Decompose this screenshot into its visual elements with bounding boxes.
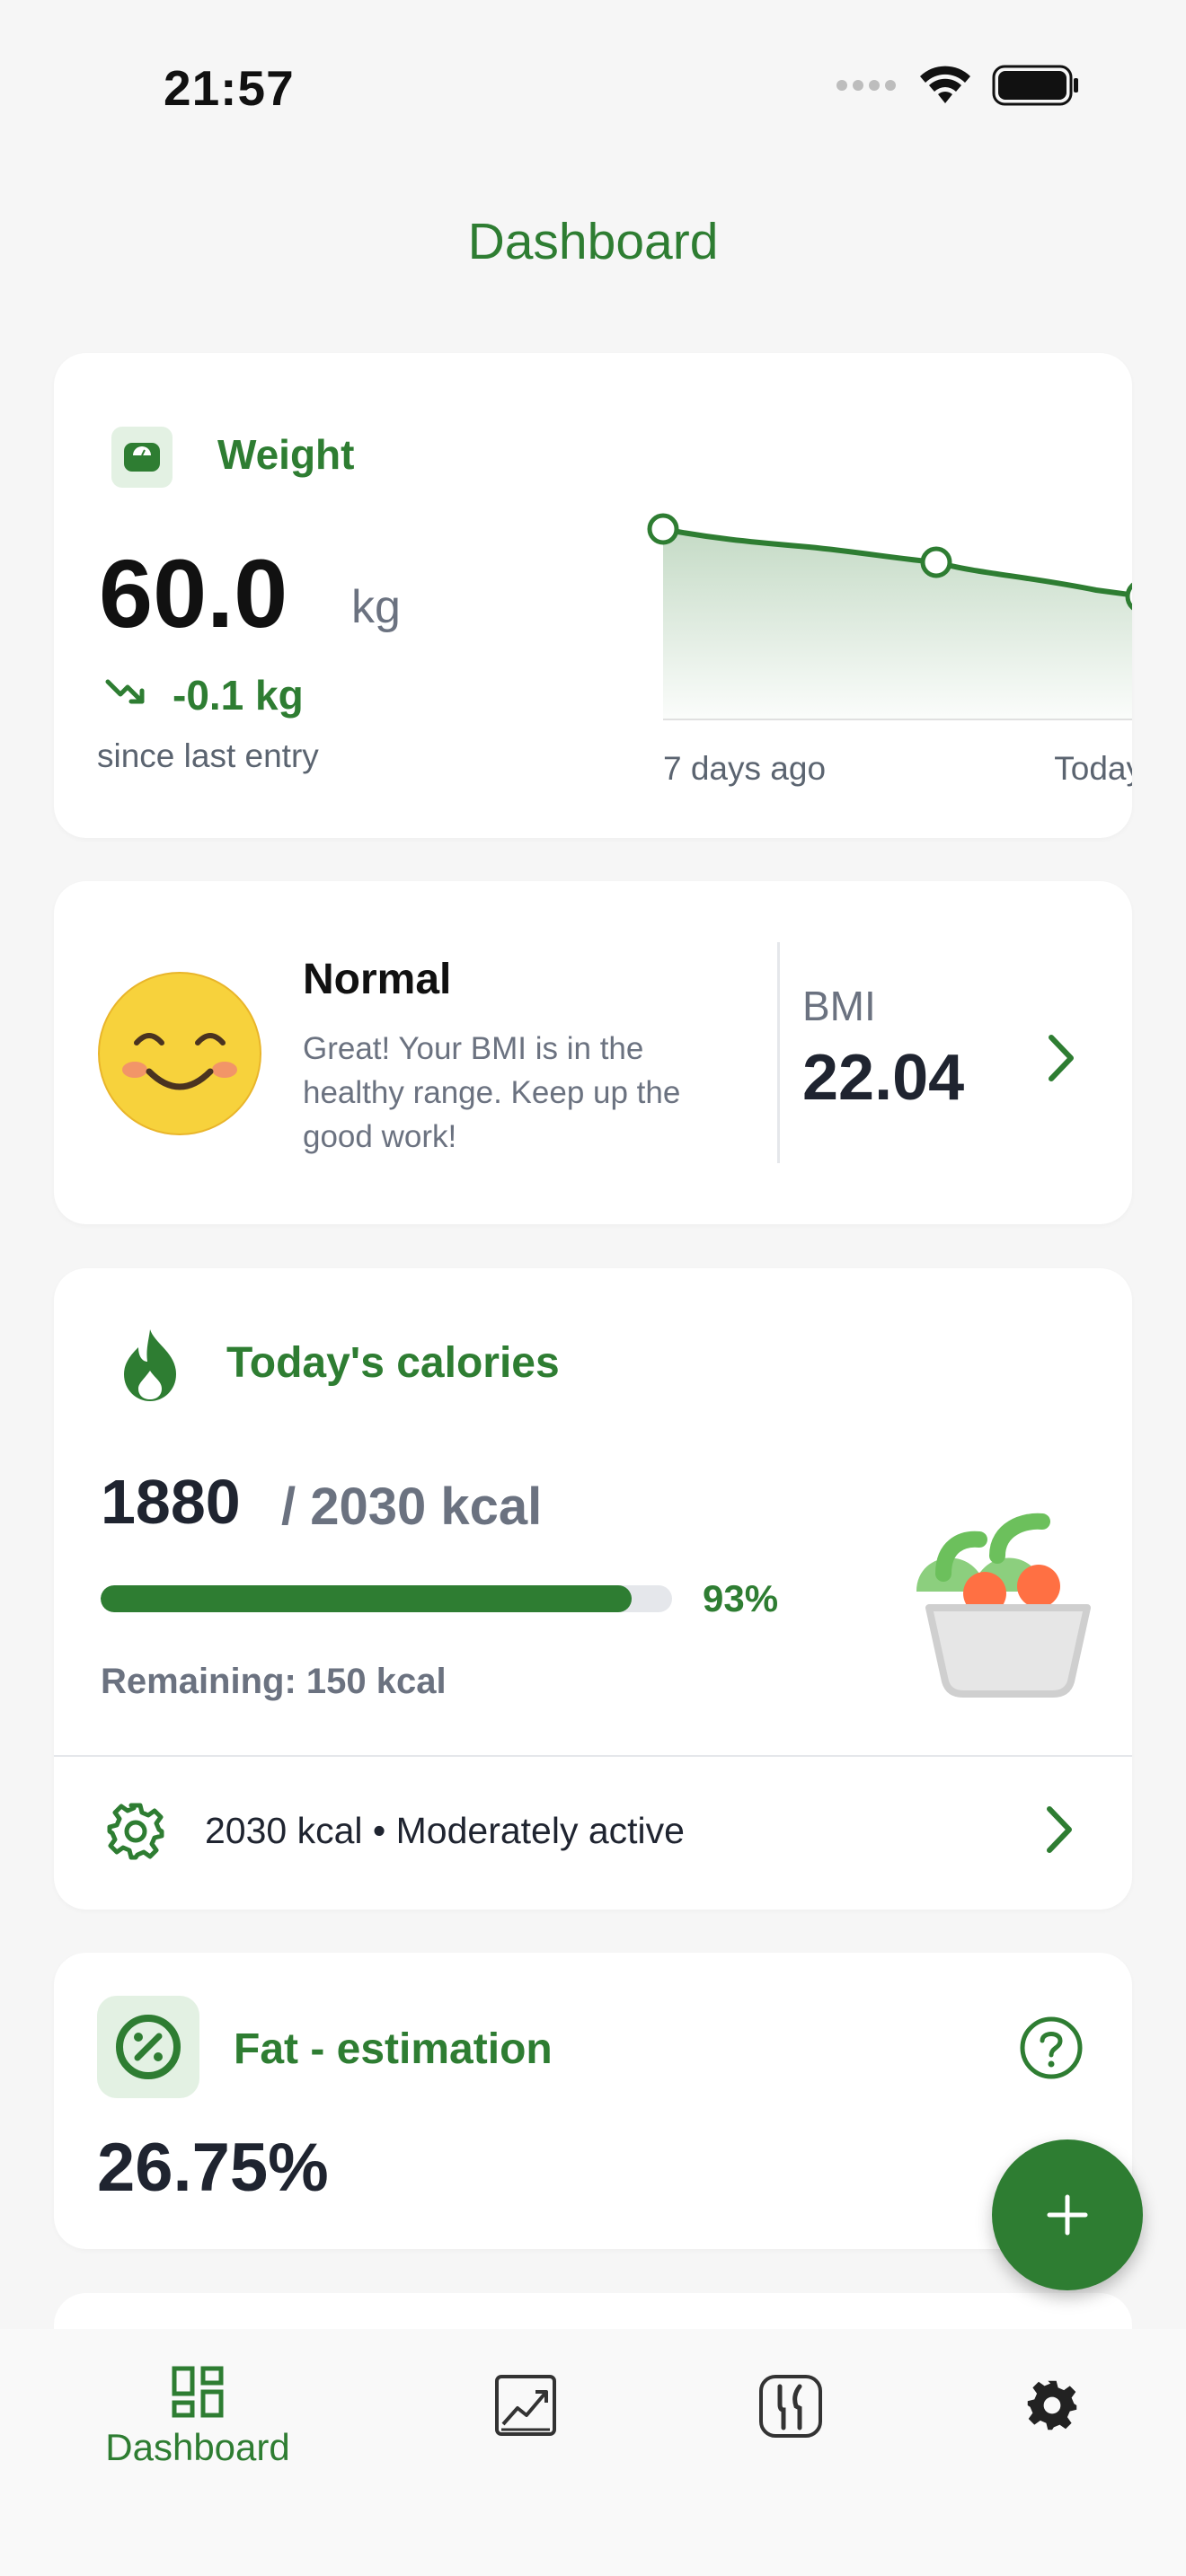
bmi-value: 22.04 bbox=[802, 1042, 965, 1114]
salad-bowl-icon bbox=[916, 1513, 1091, 1698]
chevron-right-icon[interactable] bbox=[1042, 1032, 1078, 1084]
chart-end-label: Today bbox=[1054, 750, 1132, 787]
help-icon[interactable] bbox=[1019, 2016, 1084, 2080]
nav-settings[interactable] bbox=[1024, 2378, 1080, 2433]
calories-percent: 93% bbox=[703, 1577, 779, 1619]
weight-chart-point bbox=[920, 546, 952, 578]
weight-chart-point bbox=[647, 513, 679, 545]
calories-goal: / 2030 kcal bbox=[281, 1478, 543, 1536]
nav-dashboard[interactable]: Dashboard bbox=[101, 2365, 295, 2469]
page-title: Dashboard bbox=[467, 213, 719, 270]
status-icons bbox=[836, 65, 1080, 106]
chart-start-label: 7 days ago bbox=[663, 750, 826, 787]
fat-card: Fat - estimation 26.75% bbox=[54, 1953, 1132, 2249]
bmi-card[interactable]: Normal Great! Your BMI is in the healthy… bbox=[54, 881, 1132, 1224]
add-entry-button[interactable] bbox=[992, 2139, 1143, 2290]
nav-food[interactable] bbox=[758, 2374, 823, 2439]
bottom-nav: Dashboard bbox=[0, 2329, 1186, 2576]
food-icon bbox=[759, 2375, 822, 2438]
gear-icon bbox=[107, 1803, 164, 1860]
weight-since-label: since last entry bbox=[97, 737, 319, 774]
calories-consumed: 1880 bbox=[101, 1467, 241, 1537]
bmi-status: Normal bbox=[303, 956, 452, 1003]
calories-divider bbox=[54, 1755, 1132, 1757]
calories-progress-bar bbox=[101, 1585, 672, 1612]
smiling-face-icon bbox=[98, 972, 261, 1135]
next-card bbox=[54, 2293, 1132, 2329]
bmi-description: Great! Your BMI is in the healthy range.… bbox=[303, 1031, 681, 1154]
weight-chart: 7 days ago Today bbox=[647, 513, 1132, 787]
chevron-right-icon[interactable] bbox=[1040, 1804, 1076, 1856]
calories-title: Today's calories bbox=[226, 1339, 560, 1387]
nav-dashboard-label: Dashboard bbox=[105, 2426, 290, 2468]
scale-icon bbox=[111, 427, 173, 488]
status-time: 21:57 bbox=[164, 60, 295, 116]
plus-icon bbox=[1047, 2194, 1088, 2236]
calories-settings-summary[interactable]: 2030 kcal • Moderately active bbox=[205, 1810, 685, 1852]
percent-circle-icon bbox=[97, 1996, 199, 2098]
fat-value: 26.75% bbox=[97, 2130, 329, 2206]
settings-icon bbox=[1027, 2380, 1077, 2430]
bmi-label: BMI bbox=[802, 983, 876, 1029]
flame-icon bbox=[124, 1329, 176, 1401]
fat-title: Fat - estimation bbox=[234, 2025, 553, 2073]
trend-down-icon bbox=[105, 679, 145, 704]
nav-progress[interactable] bbox=[494, 2374, 557, 2437]
weight-unit: kg bbox=[351, 581, 401, 633]
battery-icon bbox=[992, 65, 1078, 106]
weight-change: -0.1 kg bbox=[173, 672, 304, 719]
calories-progress-fill bbox=[101, 1585, 633, 1612]
bmi-divider bbox=[777, 942, 780, 1163]
chart-icon bbox=[495, 2375, 556, 2436]
calories-card: Today's calories 1880 / 2030 kcal 93% Re… bbox=[54, 1268, 1132, 1910]
dashboard-icon bbox=[172, 2366, 224, 2418]
calories-remaining: Remaining: 150 kcal bbox=[101, 1662, 447, 1701]
signal-icon bbox=[836, 80, 896, 91]
weight-title: Weight bbox=[217, 431, 355, 478]
wifi-icon bbox=[920, 66, 970, 103]
weight-card[interactable]: Weight 60.0 kg -0.1 kg since last entry … bbox=[54, 353, 1132, 838]
weight-value: 60.0 bbox=[99, 539, 288, 648]
